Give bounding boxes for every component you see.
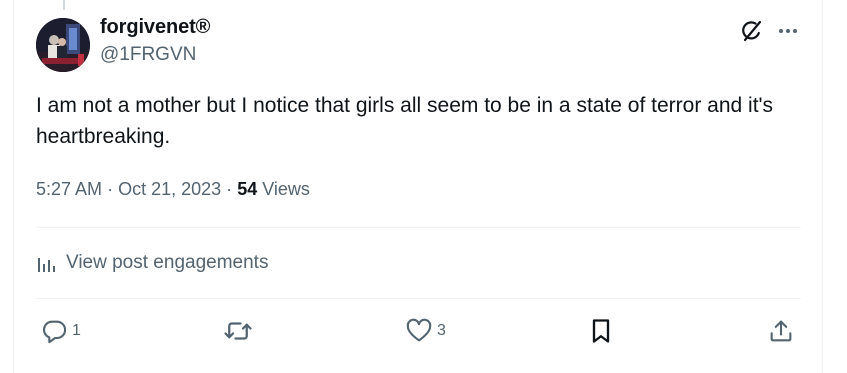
tweet-date[interactable]: Oct 21, 2023 — [118, 179, 221, 199]
views-label: Views — [262, 179, 310, 199]
divider — [36, 227, 801, 228]
display-name[interactable]: forgivenet® — [100, 16, 210, 39]
meta-separator: · — [107, 179, 114, 199]
tweet-time[interactable]: 5:27 AM — [36, 179, 102, 199]
reply-icon — [43, 320, 67, 344]
tweet-meta: 5:27 AM · Oct 21, 2023 · 54 Views — [36, 179, 310, 200]
views-count: 54 — [237, 179, 258, 199]
view-engagements-link[interactable]: View post engagements — [36, 250, 268, 276]
grok-icon[interactable] — [740, 19, 764, 43]
bookmark-icon — [592, 319, 610, 343]
share-icon — [770, 320, 792, 342]
meta-separator: · — [226, 179, 233, 199]
like-button[interactable]: 3 — [405, 316, 446, 346]
analytics-icon — [38, 258, 55, 272]
share-button[interactable] — [767, 316, 795, 346]
repost-button[interactable] — [223, 316, 257, 346]
tweet-text: I am not a mother but I notice that girl… — [36, 94, 774, 148]
tweet-card: forgivenet® @1FRGVN I am not a mother bu… — [13, 0, 823, 373]
reply-button[interactable]: 1 — [40, 316, 81, 346]
repost-icon — [224, 322, 252, 340]
more-icon[interactable] — [776, 19, 800, 43]
bookmark-button[interactable] — [587, 316, 615, 346]
like-icon — [406, 318, 432, 342]
engagements-label: View post engagements — [66, 252, 269, 273]
reply-count: 1 — [72, 322, 81, 339]
user-handle[interactable]: @1FRGVN — [100, 44, 196, 66]
like-count: 3 — [437, 322, 446, 339]
divider — [36, 298, 801, 299]
avatar[interactable] — [36, 18, 90, 72]
thread-line — [63, 0, 65, 10]
